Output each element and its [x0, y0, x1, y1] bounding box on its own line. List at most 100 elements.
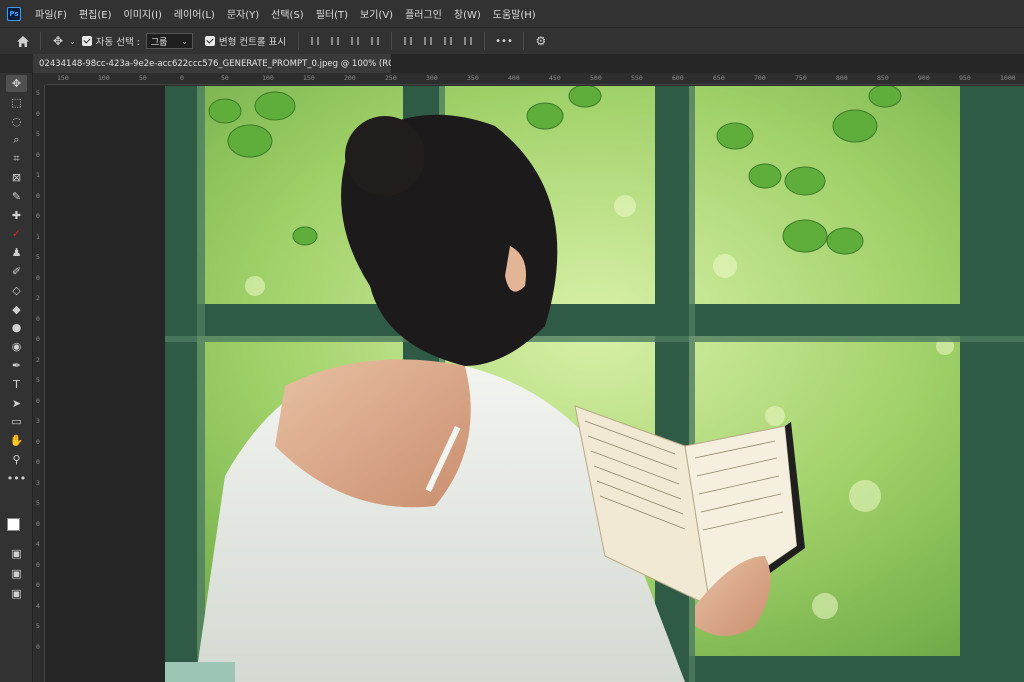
- ruler-tick-label: 0: [36, 581, 40, 589]
- align-right-icon[interactable]: [345, 31, 365, 51]
- transform-controls-checkbox[interactable]: [204, 36, 215, 46]
- chevron-down-icon: ⌄: [181, 36, 188, 46]
- gear-icon[interactable]: ⚙: [530, 30, 552, 52]
- ruler-tick-label: 1000: [1000, 74, 1016, 82]
- ruler-tick-label: 800: [836, 74, 848, 82]
- distribute-vertical-icon[interactable]: [458, 31, 478, 51]
- history-brush-icon[interactable]: ✐: [6, 263, 27, 280]
- menu-bar: Ps 파일(F) 편집(E) 이미지(I) 레이어(L) 문자(Y) 선택(S)…: [0, 0, 1024, 27]
- ruler-tick-label: 0: [36, 150, 40, 159]
- menu-help[interactable]: 도움말(H): [487, 6, 542, 21]
- distribute-horizontal-icon[interactable]: [365, 31, 385, 51]
- document-tab-strip: 02434148-98cc-423a-9e2e-acc622ccc576_GEN…: [33, 54, 1024, 73]
- auto-select-dropdown[interactable]: 그룹 ⌄: [145, 33, 193, 49]
- ruler-tick-label: 600: [672, 74, 684, 82]
- quick-mask-icon[interactable]: ▣: [6, 545, 27, 562]
- menu-file[interactable]: 파일(F): [29, 6, 73, 21]
- menu-image[interactable]: 이미지(I): [118, 6, 168, 21]
- eyedropper-icon[interactable]: ✎: [6, 188, 27, 205]
- divider: [391, 32, 393, 50]
- screen-mode-icon[interactable]: ▣: [6, 565, 27, 582]
- ruler-tick-label: 5: [36, 89, 40, 97]
- rectangle-icon[interactable]: ▭: [6, 413, 27, 430]
- ruler-tick-label: 5: [36, 253, 40, 261]
- menu-type[interactable]: 문자(Y): [221, 6, 265, 21]
- menu-view[interactable]: 보기(V): [354, 6, 399, 21]
- ruler-tick-label: 150: [57, 74, 69, 82]
- ruler-tick-label: 0: [36, 396, 40, 405]
- more-options-button[interactable]: •••: [491, 36, 517, 47]
- ruler-tick-label: 4: [36, 601, 40, 610]
- zoom-icon[interactable]: ⚲: [6, 451, 27, 468]
- ruler-horizontal: 150 100 50 0 50 100 150 200 250 300 350 400 450 500 55…: [47, 73, 1024, 85]
- ruler-corner: [33, 73, 47, 85]
- eraser-icon[interactable]: ◇: [6, 282, 27, 299]
- menu-window[interactable]: 창(W): [448, 6, 487, 21]
- auto-select-checkbox[interactable]: [81, 36, 92, 46]
- align-center-icon[interactable]: [325, 31, 345, 51]
- move-tool-icon[interactable]: ✥: [47, 30, 69, 52]
- menu-layer[interactable]: 레이어(L): [168, 6, 221, 21]
- menu-filter[interactable]: 필터(T): [310, 6, 354, 21]
- auto-select-label: 자동 선택 :: [95, 37, 140, 48]
- ruler-tick-label: 0: [36, 314, 40, 323]
- ruler-tick-label: 500: [590, 74, 602, 82]
- ruler-tick-label: 5: [36, 130, 40, 138]
- more-tools-icon[interactable]: •••: [6, 470, 27, 487]
- ruler-tick-label: 100: [98, 74, 110, 82]
- healing-icon[interactable]: ✚: [6, 207, 27, 224]
- frame-icon[interactable]: ⊠: [6, 169, 27, 186]
- ruler-tick-label: 5: [36, 376, 40, 384]
- ruler-tick-label: 1: [36, 232, 40, 241]
- auto-select-value: 그룹: [150, 37, 168, 48]
- document-tab[interactable]: 02434148-98cc-423a-9e2e-acc622ccc576_GEN…: [33, 54, 392, 73]
- align-left-icon[interactable]: [305, 31, 325, 51]
- ruler-tick-label: 400: [508, 74, 520, 82]
- ruler-tick-label: 5: [36, 499, 40, 507]
- blur-icon[interactable]: ●: [6, 319, 27, 336]
- ruler-tick-label: 900: [918, 74, 930, 82]
- menu-plugins[interactable]: 플러그인: [399, 6, 448, 21]
- align-bottom-icon[interactable]: [438, 31, 458, 51]
- document-tab-title: 02434148-98cc-423a-9e2e-acc622ccc576_GEN…: [39, 58, 392, 69]
- ruler-tick-label: 3: [36, 417, 40, 425]
- ruler-tick-label: 1: [36, 171, 40, 179]
- crop-icon[interactable]: ⌗: [6, 150, 27, 167]
- move-icon[interactable]: ✥: [6, 75, 27, 92]
- canvas-area[interactable]: [47, 86, 1024, 682]
- hand-icon[interactable]: ✋: [6, 432, 27, 449]
- menu-select[interactable]: 선택(S): [265, 6, 310, 21]
- ruler-tick-label: 950: [959, 74, 971, 82]
- home-icon[interactable]: [12, 30, 34, 52]
- align-top-icon[interactable]: [398, 31, 418, 51]
- ruler-tick-label: 0: [36, 212, 40, 220]
- brush-icon[interactable]: ✓: [6, 225, 27, 242]
- marquee-icon[interactable]: ⬚: [6, 94, 27, 111]
- dodge-icon[interactable]: ◉: [6, 338, 27, 355]
- quick-select-icon[interactable]: ⌕: [6, 131, 27, 148]
- ruler-tick-label: 350: [467, 74, 479, 82]
- divider: [522, 32, 524, 50]
- ruler-tick-label: 50: [139, 74, 147, 82]
- pen-icon[interactable]: ✒: [6, 357, 27, 374]
- lasso-icon[interactable]: ◌: [6, 113, 27, 130]
- path-select-icon[interactable]: ➤: [6, 395, 27, 412]
- ruler-tick-label: 0: [36, 191, 40, 200]
- artboard-icon[interactable]: ▣: [6, 585, 27, 602]
- chevron-down-icon[interactable]: ⌄: [69, 37, 76, 46]
- ruler-tick-label: 700: [754, 74, 766, 82]
- ruler-tick-label: 3: [36, 478, 40, 487]
- ruler-tick-label: 0: [36, 109, 40, 118]
- photoshop-logo-icon[interactable]: Ps: [7, 6, 21, 21]
- ruler-tick-label: 650: [713, 74, 725, 82]
- foreground-color-swatch[interactable]: [7, 518, 20, 531]
- align-middle-icon[interactable]: [418, 31, 438, 51]
- type-icon[interactable]: T: [6, 376, 27, 393]
- clone-stamp-icon[interactable]: ♟: [6, 244, 27, 261]
- gradient-icon[interactable]: ◆: [6, 301, 27, 318]
- ruler-tick-label: 150: [303, 74, 315, 82]
- ruler-tick-label: 0: [36, 335, 40, 343]
- menu-edit[interactable]: 편집(E): [73, 6, 118, 21]
- canvas-image[interactable]: [165, 86, 1024, 682]
- ruler-tick-label: 5: [36, 622, 40, 630]
